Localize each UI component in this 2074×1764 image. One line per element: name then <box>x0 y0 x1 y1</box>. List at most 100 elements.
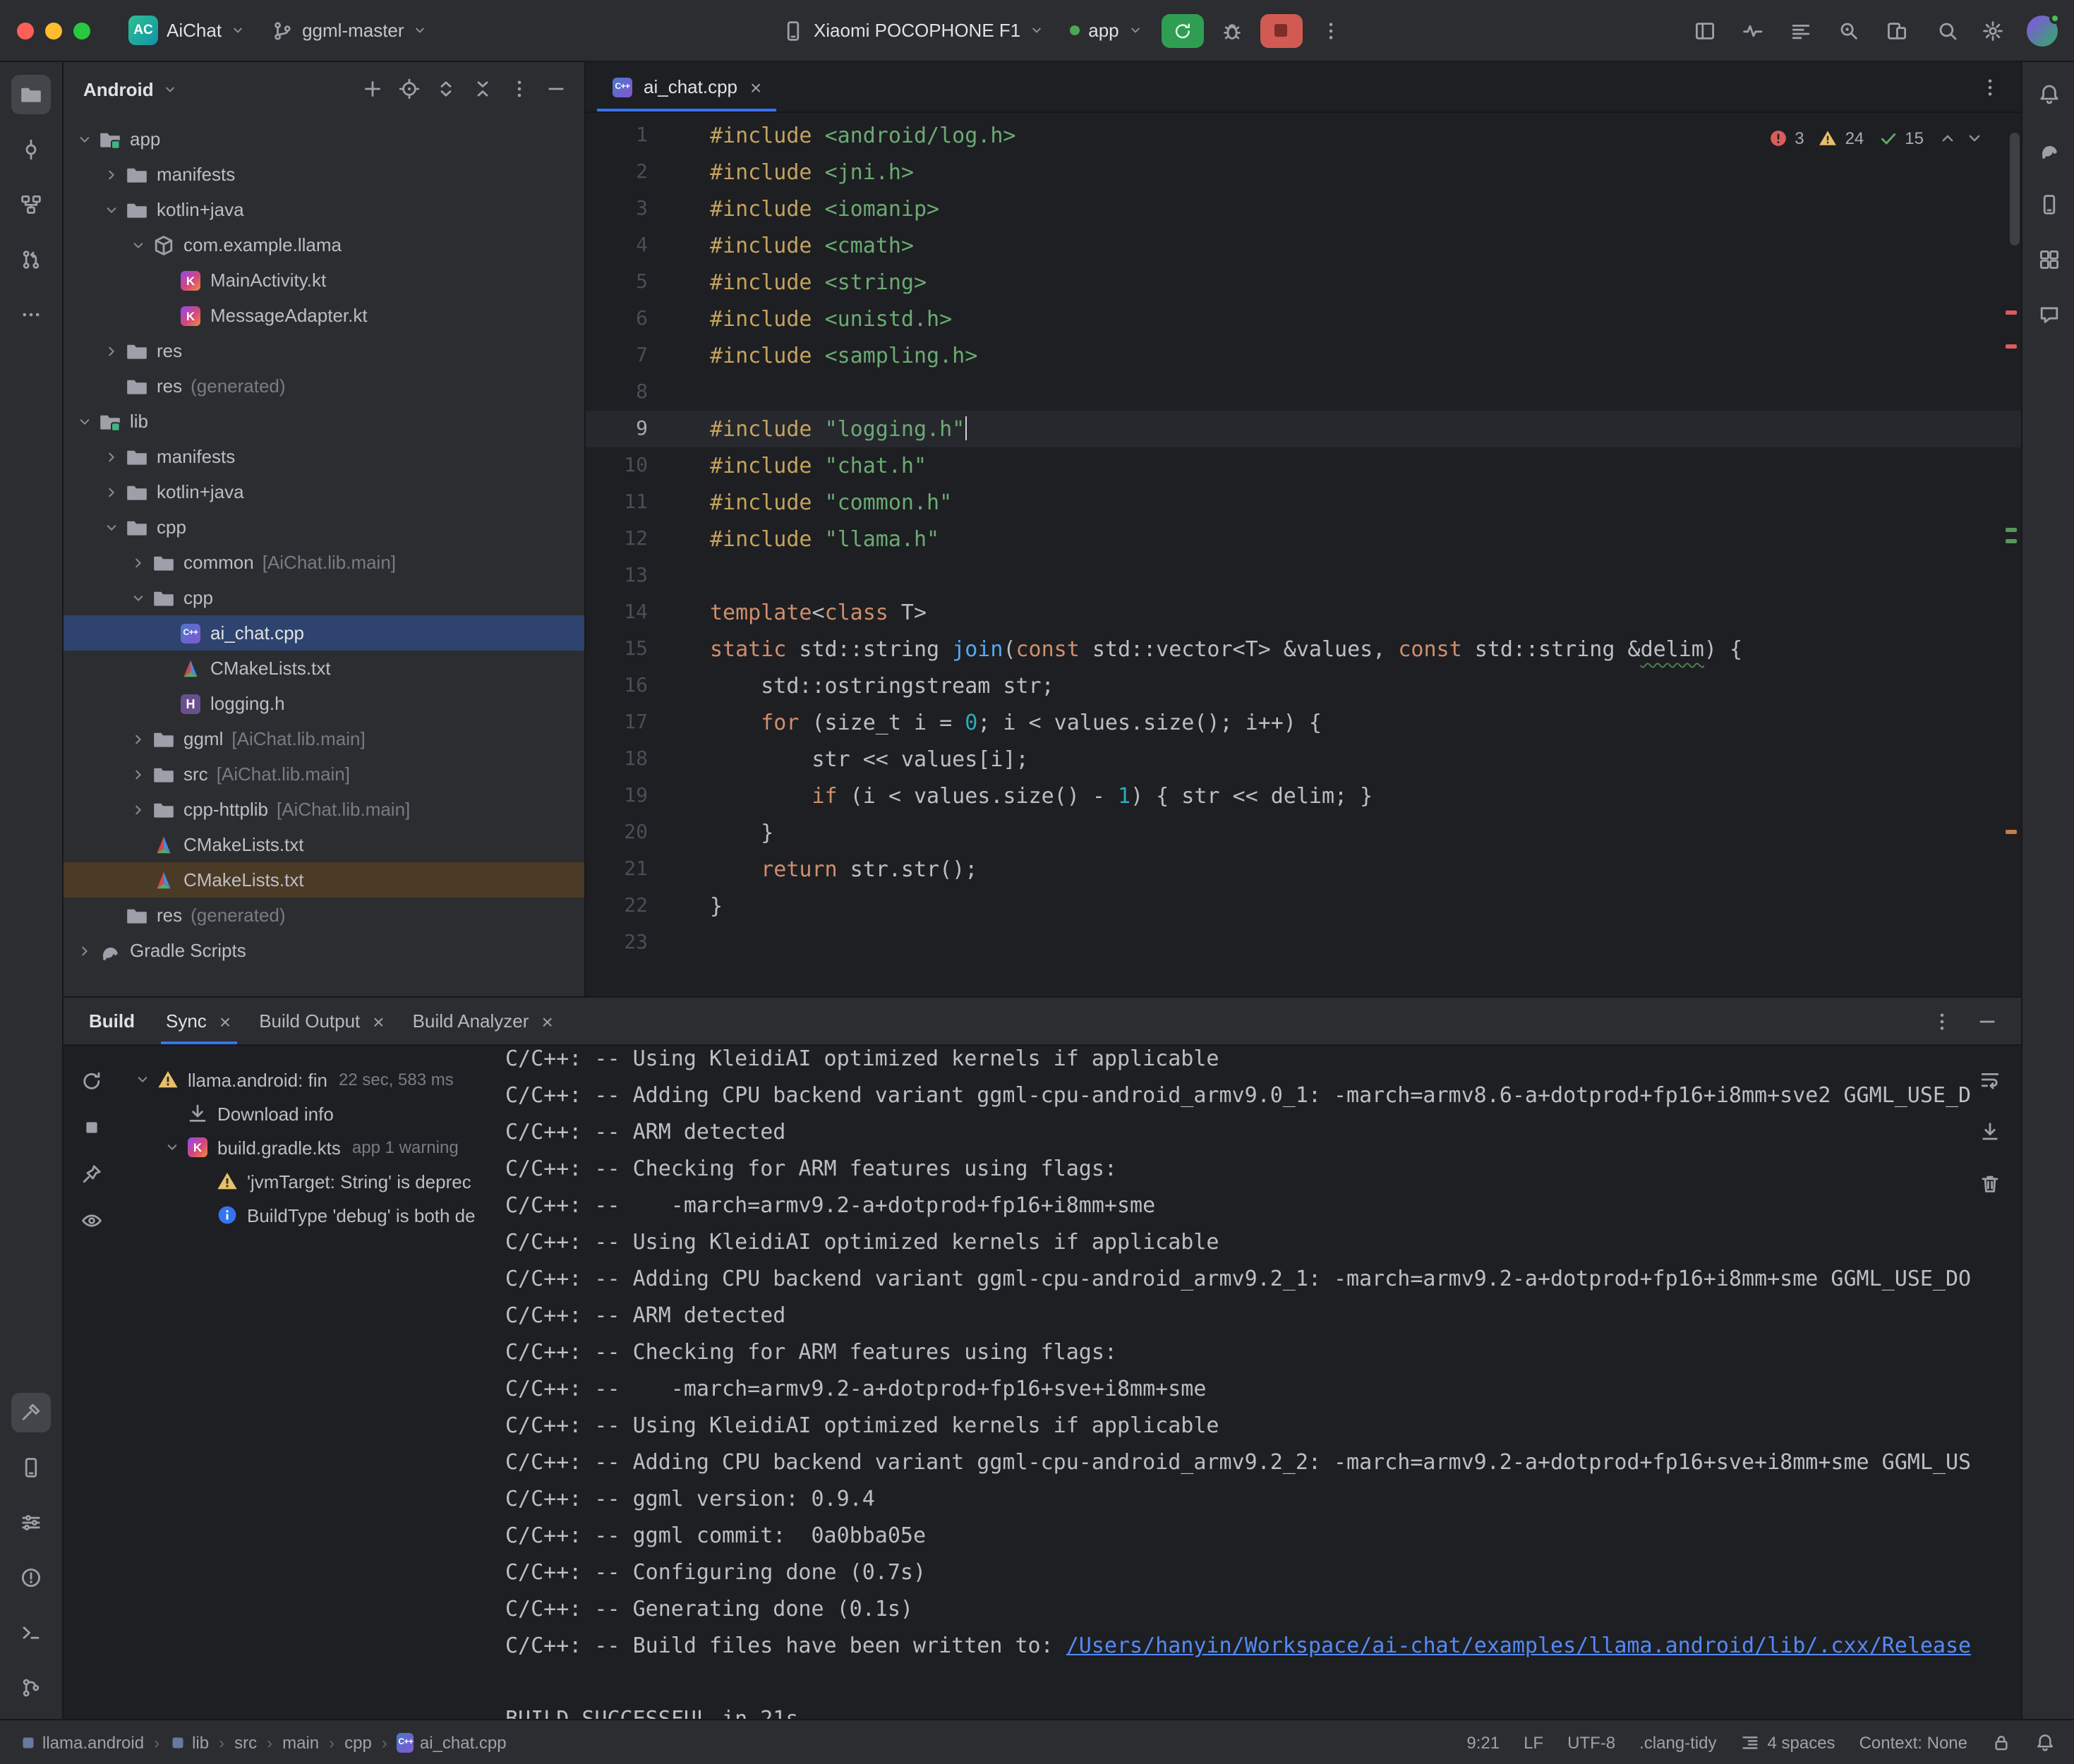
device-explorer-button[interactable] <box>11 1448 51 1487</box>
close-window-button[interactable] <box>17 22 34 39</box>
code-line-21[interactable]: 21 return str.str(); <box>586 851 2021 888</box>
scroll-to-end-button[interactable] <box>1970 1112 2010 1152</box>
device-manager-button[interactable] <box>2029 185 2068 224</box>
code-line-2[interactable]: 2#include <jni.h> <box>586 154 2021 191</box>
inspections-widget[interactable]: 3 24 15 <box>1768 120 1984 157</box>
app-quality-insights-button[interactable] <box>2029 295 2068 334</box>
resource-manager-button[interactable] <box>2029 240 2068 279</box>
chevron-down-icon[interactable] <box>126 234 150 256</box>
tree-item-manifests[interactable]: manifests <box>64 157 584 192</box>
tab-build-output[interactable]: Build Output× <box>245 998 398 1044</box>
chevron-down-icon[interactable] <box>130 1068 154 1091</box>
code-editor[interactable]: 1#include <android/log.h>2#include <jni.… <box>586 113 2021 996</box>
gradle-button[interactable] <box>2029 130 2068 169</box>
chevron-right-icon[interactable] <box>126 798 150 821</box>
zoom-window-button[interactable] <box>73 22 90 39</box>
close-tab-icon[interactable]: × <box>750 77 761 97</box>
tree-item-messageadapter-kt[interactable]: KMessageAdapter.kt <box>64 298 584 333</box>
code-line-23[interactable]: 23 <box>586 924 2021 961</box>
tree-item-cpp[interactable]: cpp <box>64 509 584 545</box>
change-stripe-mark[interactable] <box>2006 539 2017 543</box>
add-button[interactable] <box>356 72 390 106</box>
chevron-right-icon[interactable] <box>126 727 150 750</box>
code-line-15[interactable]: 15static std::string join(const std::vec… <box>586 631 2021 667</box>
code-line-16[interactable]: 16 std::ostringstream str; <box>586 667 2021 704</box>
logcat-button[interactable] <box>1781 12 1821 49</box>
run-config-selector[interactable]: app <box>1060 14 1152 47</box>
build-button[interactable] <box>11 1393 51 1432</box>
tree-item-llama-android-fin[interactable]: llama.android: fin22 sec, 583 ms <box>119 1063 502 1097</box>
indent-config[interactable]: 4 spaces <box>1741 1732 1835 1752</box>
tree-item-cpp[interactable]: cpp <box>64 580 584 615</box>
clang-tidy[interactable]: .clang-tidy <box>1639 1732 1716 1752</box>
error-stripe-mark[interactable] <box>2006 344 2017 349</box>
tree-item-logging-h[interactable]: Hlogging.h <box>64 686 584 721</box>
next-problem-icon[interactable] <box>1965 128 1984 148</box>
debug-button[interactable] <box>1212 12 1252 49</box>
tree-item-cmakelists-txt[interactable]: CMakeLists.txt <box>64 651 584 686</box>
code-line-9[interactable]: 9#include "logging.h" <box>586 411 2021 447</box>
chevron-down-icon[interactable] <box>159 1136 183 1159</box>
tree-item-buildtype-debug-is-both-de[interactable]: BuildType 'debug' is both de <box>119 1198 502 1232</box>
chevron-right-icon[interactable] <box>99 481 123 503</box>
problems-button[interactable] <box>11 1558 51 1597</box>
expand-all-button[interactable] <box>429 72 463 106</box>
chevron-right-icon[interactable] <box>99 339 123 362</box>
tree-item-lib[interactable]: lib <box>64 404 584 439</box>
preview-button[interactable] <box>74 1204 108 1238</box>
warning-stripe-mark[interactable] <box>2006 830 2017 834</box>
collapse-all-button[interactable] <box>466 72 500 106</box>
code-line-22[interactable]: 22} <box>586 888 2021 924</box>
tree-item-res[interactable]: res(generated) <box>64 898 584 933</box>
change-stripe-mark[interactable] <box>2006 528 2017 532</box>
chevron-down-icon[interactable] <box>72 128 96 150</box>
tab-ai-chat-cpp[interactable]: C++ ai_chat.cpp × <box>597 62 776 111</box>
tree-item-download-info[interactable]: Download info <box>119 1097 502 1130</box>
project-view-mode-selector[interactable]: Android <box>83 78 178 99</box>
editor-scrollbar[interactable] <box>2010 133 2020 246</box>
hide-build-panel-button[interactable] <box>1967 1003 2007 1039</box>
build-console[interactable]: C/C++: -- Using KleidiAI optimized kerne… <box>502 1046 2021 1719</box>
code-line-4[interactable]: 4#include <cmath> <box>586 227 2021 264</box>
tree-item-kotlin-java[interactable]: kotlin+java <box>64 474 584 509</box>
close-tab-icon[interactable]: × <box>219 1011 231 1031</box>
code-line-14[interactable]: 14template<class T> <box>586 594 2021 631</box>
tree-item-mainactivity-kt[interactable]: KMainActivity.kt <box>64 262 584 298</box>
tree-item-res[interactable]: res(generated) <box>64 368 584 404</box>
code-line-18[interactable]: 18 str << values[i]; <box>586 741 2021 778</box>
code-line-20[interactable]: 20 } <box>586 814 2021 851</box>
build-window-title[interactable]: Build <box>78 1010 146 1032</box>
file-encoding[interactable]: UTF-8 <box>1567 1732 1615 1752</box>
notifications[interactable] <box>2035 1732 2055 1752</box>
tree-item-gradle-scripts[interactable]: Gradle Scripts <box>64 933 584 968</box>
line-separator[interactable]: LF <box>1524 1732 1543 1752</box>
device-pairing-button[interactable] <box>1685 12 1725 49</box>
code-line-17[interactable]: 17 for (size_t i = 0; i < values.size();… <box>586 704 2021 741</box>
code-line-11[interactable]: 11#include "common.h" <box>586 484 2021 521</box>
tree-item-ai-chat-cpp[interactable]: C++ai_chat.cpp <box>64 615 584 651</box>
breadcrumb-item[interactable]: C++ai_chat.cpp <box>397 1732 507 1752</box>
terminal-button[interactable] <box>11 1613 51 1653</box>
project-button[interactable] <box>11 75 51 114</box>
previous-problem-icon[interactable] <box>1938 128 1958 148</box>
minimize-window-button[interactable] <box>45 22 62 39</box>
more-tool-windows-button[interactable] <box>11 295 51 334</box>
breadcrumb-item[interactable]: lib <box>169 1732 209 1752</box>
code-line-8[interactable]: 8 <box>586 374 2021 411</box>
code-line-19[interactable]: 19 if (i < values.size() - 1) { str << d… <box>586 778 2021 814</box>
tree-item-cmakelists-txt[interactable]: CMakeLists.txt <box>64 862 584 898</box>
tree-item-cpp-httplib[interactable]: cpp-httplib[AiChat.lib.main] <box>64 792 584 827</box>
build-options-menu[interactable] <box>1922 1003 1962 1039</box>
device-selector[interactable]: Xiaomi POCOPHONE F1 <box>773 13 1054 47</box>
version-control-button[interactable] <box>11 1668 51 1708</box>
caret-position[interactable]: 9:21 <box>1466 1732 1500 1752</box>
pull-requests-button[interactable] <box>11 240 51 279</box>
search-everywhere-button[interactable] <box>1928 12 1967 49</box>
branch-selector[interactable]: ggml-master <box>261 13 438 47</box>
close-tab-icon[interactable]: × <box>541 1011 553 1031</box>
code-line-6[interactable]: 6#include <unistd.h> <box>586 301 2021 337</box>
pin-tab-button[interactable] <box>74 1157 108 1191</box>
chevron-down-icon[interactable] <box>99 198 123 221</box>
app-inspection-button[interactable] <box>1829 12 1869 49</box>
user-avatar[interactable] <box>2027 15 2058 46</box>
